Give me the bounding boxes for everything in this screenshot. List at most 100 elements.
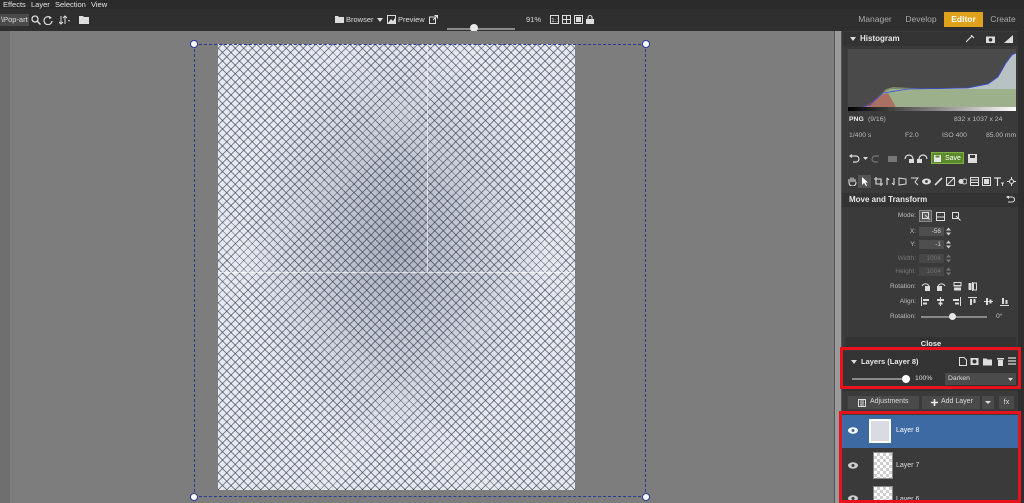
sort-icon[interactable] [59,15,71,25]
height-input[interactable]: 1004 [919,267,944,276]
chevron-down-icon[interactable] [377,18,383,22]
refresh-icon[interactable] [43,15,53,25]
adjustments-label: Adjustments [870,398,909,405]
preview-icon [387,15,396,24]
cursor-icon [862,177,868,186]
layers-stack-icon[interactable] [970,177,979,186]
shapes-icon[interactable] [1007,177,1016,186]
rotate-cw-icon[interactable] [917,154,928,163]
rotate-right-icon[interactable] [937,282,946,291]
add-layer-label: Add Layer [941,398,973,405]
external-window-icon[interactable] [429,15,438,24]
selection-icon[interactable] [910,177,919,186]
rotate-left-icon[interactable] [921,282,930,291]
brush-icon[interactable] [934,177,943,186]
redo-icon[interactable] [870,154,882,163]
toolbar: \Pop-art Browser Preview 91% 1:1 Manager… [0,9,1024,32]
compare-icon[interactable] [574,15,583,24]
search-icon[interactable] [31,15,41,25]
folder-icon[interactable] [79,15,89,24]
histogram-header[interactable]: Histogram [842,32,1018,46]
eye-icon[interactable] [922,177,931,186]
highlight-box-layers-header [840,347,1021,389]
undo-dropdown-icon[interactable] [863,157,868,160]
x-spinner-icon[interactable] [946,227,951,236]
zoom-slider-track[interactable] [447,28,515,30]
tool-row [846,172,1018,190]
transform-handle-bottom-right[interactable] [642,493,650,501]
height-label: Height: [895,268,916,275]
move-tool-active[interactable] [858,175,871,188]
clone-icon[interactable] [958,177,967,186]
align-bottom-icon[interactable] [1000,297,1009,306]
undo-icon[interactable] [849,154,861,163]
align-center-h-icon[interactable] [936,297,945,306]
save-icon [934,155,941,162]
nav-create[interactable]: Create [985,12,1021,27]
menu-view[interactable]: View [91,0,107,9]
align-middle-v-icon[interactable] [984,297,993,306]
save-button[interactable]: Save [931,152,964,164]
history-icon[interactable] [888,154,897,163]
hand-tool-icon[interactable] [848,177,857,186]
mode-distort-icon[interactable] [952,212,961,221]
iso: ISO 400 [942,132,967,139]
tools-icon[interactable] [966,35,975,43]
menu-effects[interactable]: Effects [3,0,26,9]
aperture: F2.0 [905,132,919,139]
perspective-icon[interactable] [898,177,907,186]
align-left-icon[interactable] [921,297,930,306]
width-input[interactable]: 1004 [919,254,944,263]
collapse-arrow-icon[interactable] [850,37,856,41]
histogram-chart [848,49,1016,111]
lock-icon[interactable] [586,15,594,24]
rotation-value: 0° [996,313,1003,320]
transform-handle-bottom-left[interactable] [190,493,198,501]
fx-button[interactable]: fx [999,396,1014,409]
crop-icon[interactable] [874,177,883,186]
align-right-icon[interactable] [952,297,961,306]
width-spinner-icon[interactable] [946,254,951,263]
add-layer-button[interactable]: Add Layer [922,396,980,409]
mode-label: Mode: [897,212,916,219]
align-top-icon[interactable] [968,297,977,306]
left-strip [0,31,10,503]
menu-selection[interactable]: Selection [55,0,86,9]
reset-icon[interactable] [1006,196,1015,204]
transform-handle-top-left[interactable] [190,40,198,48]
nav-develop[interactable]: Develop [900,12,942,27]
path-input[interactable]: \Pop-art [0,14,29,26]
straighten-icon[interactable] [886,177,895,186]
height-spinner-icon[interactable] [946,267,951,276]
camera-icon[interactable] [986,35,995,43]
rotation-slider-handle[interactable] [949,313,956,320]
transform-bounding-box[interactable] [194,44,646,497]
adjustments-button[interactable]: Adjustments [848,396,919,409]
y-input[interactable]: -1 [919,240,944,249]
nav-manager[interactable]: Manager [852,12,898,27]
flip-horizontal-icon[interactable] [968,282,977,291]
text-icon[interactable] [994,177,1004,186]
align-label: Align: [899,298,916,305]
mode-move-button[interactable] [919,210,932,222]
x-input[interactable]: -56 [919,227,944,236]
rotate-ccw-icon[interactable] [904,154,915,163]
browser-icon [335,16,344,23]
nav-editor[interactable]: Editor [944,12,983,27]
move-transform-header[interactable]: Move and Transform [842,193,1018,207]
y-spinner-icon[interactable] [946,240,951,249]
mask-icon[interactable] [982,177,991,186]
menu-layer[interactable]: Layer [31,0,50,9]
grid-icon[interactable] [562,15,571,24]
mode-transform-icon[interactable] [936,212,945,221]
rotation-slider-label: Rotation: [889,313,916,320]
clipping-icon[interactable] [1004,35,1013,43]
browser-button[interactable]: Browser [346,14,374,26]
add-layer-dropdown[interactable] [982,396,994,409]
transform-handle-top-right[interactable] [642,40,650,48]
save-as-icon[interactable] [968,154,977,163]
fit-icon[interactable]: 1:1 [550,15,559,24]
gradient-icon[interactable] [946,177,955,186]
preview-button[interactable]: Preview [398,14,425,26]
flip-vertical-icon[interactable] [953,282,962,291]
